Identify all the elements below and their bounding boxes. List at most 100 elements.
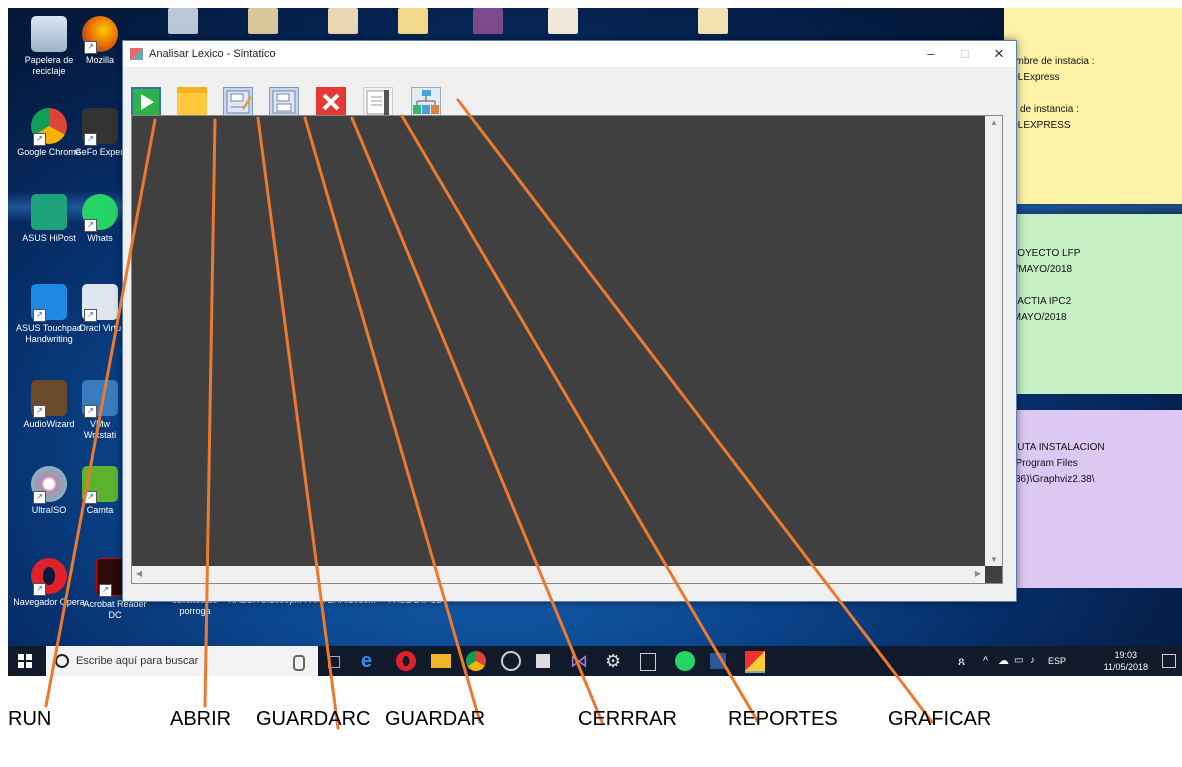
word-icon[interactable] (710, 653, 726, 669)
desktop-icon-label: GeFo Experi (74, 147, 126, 157)
code-editor[interactable]: ▲ ▼ ◀ ▶ (131, 115, 1003, 584)
taskbar-search-box[interactable]: Escribe aquí para buscar (46, 646, 318, 676)
windows-start-icon[interactable] (18, 654, 32, 668)
desktop-icon-label: VMw Wrkstati (83, 419, 117, 440)
camtasia-icon: ↗ (82, 466, 118, 504)
save-as-icon (226, 90, 252, 114)
vmware-icon: ↗ (82, 380, 118, 418)
desktop-icon-camtasia[interactable]: ↗ Camta (74, 466, 126, 516)
file-explorer-icon[interactable] (431, 654, 451, 668)
horizontal-scrollbar[interactable]: ◀ ▶ (132, 566, 985, 583)
folder-icon (177, 87, 207, 93)
sticky-note-text: RUTA INSTALACION :\Program Files x86)\Gr… (1010, 442, 1105, 485)
report-icon (366, 90, 389, 115)
desktop-top-icon[interactable] (398, 8, 428, 34)
audiowizard-icon: ↗ (31, 380, 67, 418)
taskbar: Escribe aquí para buscar e ⋈ ⚙ ጸ ^ ☁ ▭ ♪… (8, 646, 1182, 676)
callout-abrir: ABRIR (170, 708, 232, 730)
scroll-down-arrow-icon[interactable]: ▼ (990, 555, 998, 564)
graficar-button[interactable] (411, 87, 441, 117)
sticky-note-graphviz[interactable]: RUTA INSTALACION :\Program Files x86)\Gr… (1004, 410, 1182, 588)
ultraiso-disc-icon: ↗ (31, 466, 67, 504)
visual-studio-icon[interactable]: ⋈ (570, 651, 590, 671)
scroll-left-arrow-icon[interactable]: ◀ (136, 569, 142, 578)
callout-run: RUN (8, 708, 52, 730)
app-taskbar-icon[interactable] (745, 651, 765, 673)
edge-icon[interactable]: e (361, 651, 381, 671)
window-titlebar[interactable]: Analisar Lexico - Sintatico – □ ✕ (123, 41, 1016, 67)
desktop-top-icon[interactable] (548, 8, 578, 34)
desktop-icon-mozilla[interactable]: ↗ Mozilla (74, 16, 126, 66)
firefox-icon: ↗ (82, 16, 118, 54)
maximize-button[interactable]: □ (948, 41, 982, 67)
chrome-icon: ↗ (31, 108, 67, 146)
opera-taskbar-icon[interactable] (396, 651, 416, 671)
run-button[interactable] (131, 87, 161, 117)
toolbar (123, 67, 1016, 117)
app-window: Analisar Lexico - Sintatico – □ ✕ ▲ ▼ ◀ … (122, 40, 1017, 602)
desktop-icon-label: Oracl Virtu (78, 323, 122, 333)
whatsapp-taskbar-icon[interactable] (675, 651, 695, 671)
reportes-button[interactable] (363, 87, 393, 117)
callout-guardarc: GUARDARC (256, 708, 371, 730)
search-placeholder: Escribe aquí para buscar (76, 655, 199, 667)
sticky-note-proyecto[interactable]: ROYECTO LFP 1/MAYO/2018 RACTIA IPC2 /MAY… (1004, 214, 1182, 394)
scroll-right-arrow-icon[interactable]: ▶ (975, 569, 981, 578)
save-icon (272, 90, 296, 114)
whatsapp-icon: ↗ (82, 194, 118, 232)
epic-games-icon[interactable] (640, 653, 656, 671)
touchpad-icon: ↗ (31, 284, 67, 322)
desktop-top-icon[interactable] (473, 8, 503, 34)
callout-reportes: REPORTES (728, 708, 838, 730)
desktop-icon-label: Mozilla (85, 55, 114, 65)
close-window-button[interactable]: ✕ (982, 41, 1016, 67)
desktop-top-icon[interactable] (698, 8, 728, 34)
desktop-top-icon[interactable] (328, 8, 358, 34)
desktop-top-icon[interactable] (168, 8, 198, 34)
play-icon (141, 94, 154, 110)
microphone-icon[interactable] (293, 655, 305, 671)
desktop-top-icon[interactable] (248, 8, 278, 34)
graph-icon (413, 90, 439, 114)
desktop-icon-label: Navegador Opera (13, 597, 85, 607)
desktop-icon-whatsapp[interactable]: ↗ Whats (74, 194, 126, 244)
chrome-taskbar-icon[interactable] (466, 651, 486, 671)
sublime-icon[interactable] (536, 654, 550, 668)
geforce-icon: ↗ (82, 108, 118, 146)
task-view-icon[interactable] (328, 656, 340, 668)
sticky-note-text: ROYECTO LFP 1/MAYO/2018 RACTIA IPC2 /MAY… (1010, 248, 1081, 323)
guardarc-button[interactable] (223, 87, 253, 117)
language-indicator[interactable]: ESP (1048, 651, 1074, 671)
window-title: Analisar Lexico - Sintatico (149, 48, 276, 60)
notifications-icon[interactable] (1162, 654, 1176, 668)
taskbar-clock[interactable]: 19:03 11/05/2018 (1104, 649, 1148, 673)
clock-time: 19:03 (1114, 650, 1138, 660)
cerrrar-button[interactable] (316, 87, 346, 117)
callout-cerrrar: CERRRAR (578, 708, 677, 730)
desktop-icon-virtualbox[interactable]: ↗ Oracl Virtu (74, 284, 126, 334)
guardar-button[interactable] (269, 87, 299, 117)
settings-gear-icon[interactable]: ⚙ (605, 651, 625, 671)
desktop-icon-opera[interactable]: ↗ Navegador Opera (12, 558, 86, 608)
opera-icon: ↗ (31, 558, 67, 596)
app-icon (130, 48, 143, 60)
volume-icon[interactable]: ♪ (1030, 651, 1050, 671)
obs-icon[interactable] (501, 651, 521, 671)
abrir-button[interactable] (177, 87, 207, 117)
search-circle-icon (55, 654, 69, 668)
desktop-icon-geforce[interactable]: ↗ GeFo Experi (74, 108, 126, 158)
people-icon[interactable]: ጸ (958, 651, 978, 671)
scroll-up-arrow-icon[interactable]: ▲ (990, 118, 998, 127)
asus-hipost-icon (31, 194, 67, 230)
sticky-note-sql[interactable]: ombre de instacia : QLExpress D de insta… (1004, 8, 1182, 204)
close-icon (322, 93, 340, 111)
virtualbox-icon: ↗ (82, 284, 118, 322)
clock-date: 11/05/2018 (1103, 662, 1148, 672)
desktop-screenshot: Papelera de reciclaje ↗ Google Chrome AS… (8, 8, 1182, 676)
callout-guardar: GUARDAR (385, 708, 486, 730)
desktop-icon-label: Camta (86, 505, 114, 515)
desktop-icon-vmware[interactable]: ↗ VMw Wrkstati (74, 380, 126, 441)
minimize-button[interactable]: – (914, 41, 948, 67)
vertical-scrollbar[interactable]: ▲ ▼ (985, 116, 1002, 566)
callout-graficar: GRAFICAR (888, 708, 992, 730)
